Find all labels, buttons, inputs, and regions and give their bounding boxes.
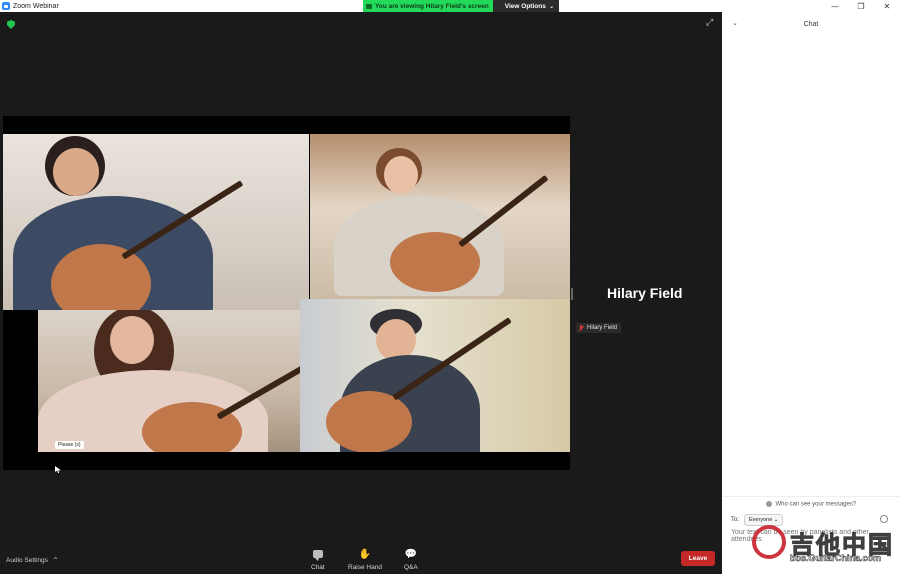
pointer-cursor-icon [55, 466, 61, 473]
chat-icon [312, 550, 323, 561]
qa-button[interactable]: 💬 Q&A [404, 548, 418, 572]
to-label: To: [731, 517, 740, 523]
chat-button-label: Chat [311, 564, 325, 571]
raise-hand-icon: ✋ [358, 548, 372, 560]
minimize-button[interactable]: — [822, 0, 848, 12]
who-can-see-link[interactable]: Who can see your messages? [722, 496, 900, 508]
restore-button[interactable]: ❐ [848, 0, 874, 12]
mic-muted-icon [578, 325, 584, 331]
participant-face [110, 316, 154, 364]
chat-panel: ⌄ Chat Who can see your messages? To: Ev… [722, 12, 900, 574]
view-options-label: View Options [504, 2, 546, 10]
shared-screen: Please (s) [3, 116, 570, 473]
participant-face [53, 148, 99, 196]
guitar [326, 391, 412, 452]
qa-label: Q&A [404, 564, 418, 571]
video-tile-bottom-left [38, 310, 300, 452]
watermark-logo-icon [752, 525, 786, 559]
video-tile-top-right [310, 134, 570, 299]
window-controls: — ❐ ✕ [822, 0, 900, 12]
zoom-window: Zoom Webinar — ❐ ✕ ⤢ Please (s) Hilary F… [0, 0, 900, 574]
who-can-see-label: Who can see your messages? [775, 501, 857, 508]
audio-settings-label: Audio Settings [6, 557, 48, 564]
speaker-badge-label: Hilary Field [587, 325, 618, 331]
meeting-toolbar: Audio Settings ^ Chat ✋ Raise Hand 💬 Q&A… [0, 548, 722, 574]
active-speaker-name: Hilary Field [607, 285, 683, 301]
window-title: Zoom Webinar [13, 2, 59, 10]
expand-icon[interactable]: ⤢ [706, 18, 713, 28]
participant-face [384, 156, 418, 194]
emoji-icon[interactable] [880, 515, 888, 523]
viewing-text: You are viewing Hilary Field's screen [375, 2, 489, 10]
qa-icon: 💬 [404, 548, 418, 560]
watermark-url: bbs.GuitarChina.com [790, 553, 882, 564]
split-handle[interactable] [571, 288, 573, 300]
view-options-button[interactable]: View Options ⌄ [492, 0, 560, 12]
screen-share-icon [366, 3, 372, 9]
security-shield-icon[interactable] [7, 20, 15, 29]
chevron-down-icon: ⌄ [773, 517, 779, 523]
video-tile-bottom-right [300, 299, 570, 452]
site-watermark: 吉他中国 bbs.GuitarChina.com [752, 525, 896, 569]
recipient-value: Everyone [749, 517, 773, 523]
person-icon [765, 501, 772, 507]
raise-hand-button[interactable]: ✋ Raise Hand [348, 548, 382, 572]
video-name-tag: Please (s) [55, 441, 84, 449]
zoom-app-icon [2, 2, 10, 10]
chevron-down-icon: ⌄ [548, 2, 555, 10]
chat-header: ⌄ Chat [722, 12, 900, 38]
chat-button[interactable]: Chat [311, 548, 325, 571]
leave-button[interactable]: Leave [681, 551, 715, 566]
chat-title: Chat [803, 21, 819, 28]
audio-settings-button[interactable]: Audio Settings ^ [6, 556, 58, 564]
raise-hand-label: Raise Hand [348, 564, 382, 571]
close-button[interactable]: ✕ [874, 0, 900, 12]
viewing-banner: You are viewing Hilary Field's screen Vi… [363, 0, 560, 12]
speaker-name-badge: Hilary Field [576, 323, 622, 333]
meeting-area: ⤢ Please (s) Hilary Field Hilary Field A… [0, 12, 722, 574]
video-tile-top-left [3, 134, 309, 310]
chevron-up-icon: ^ [52, 556, 59, 564]
